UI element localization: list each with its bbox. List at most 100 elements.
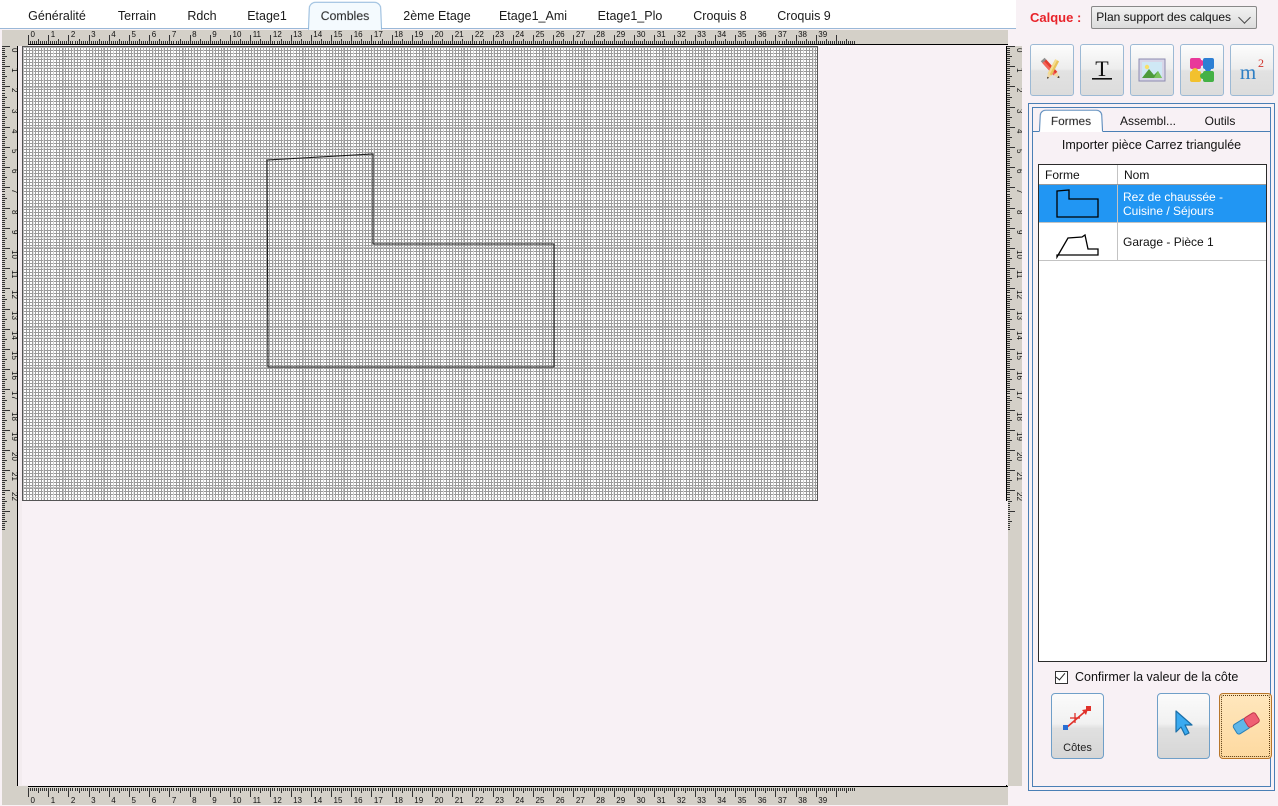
ruler-tick — [272, 788, 274, 791]
ruler-tick — [476, 788, 478, 791]
ruler-tick — [749, 788, 751, 791]
ruler-tick — [28, 788, 29, 797]
ruler-tick — [2, 201, 5, 203]
ruler-tick — [120, 788, 122, 791]
table-row[interactable]: Garage - Pièce 1 — [1039, 223, 1266, 261]
ruler-tick — [365, 788, 367, 791]
ruler-tick — [2, 197, 7, 199]
ruler-tick — [1007, 244, 1010, 245]
ruler-tick — [2, 466, 5, 468]
document-tab-4[interactable]: Combles — [308, 1, 382, 31]
confirm-cote-checkbox[interactable] — [1055, 669, 1068, 684]
column-header-nom: Nom — [1124, 167, 1150, 182]
ruler-tick — [1007, 262, 1010, 264]
eraser-button[interactable] — [1219, 693, 1272, 759]
ruler-tick — [173, 41, 175, 44]
ruler-label: 2 — [1015, 88, 1022, 93]
ruler-tick — [432, 35, 433, 44]
select-arrow-button[interactable] — [1157, 693, 1210, 759]
layer-dropdown[interactable]: Plan support des calques — [1091, 5, 1258, 29]
ruler-vertical-right[interactable]: 0 1 2 3 4 5 6 7 8 9 10 11 12 13 14 15 16 17 18 19 20 21 22 — [1006, 46, 1022, 786]
ruler-horizontal-bottom[interactable]: 0 1 2 3 4 5 6 7 8 9 10 11 12 13 14 15 16 17 18 19 20 21 22 23 24… — [28, 786, 1008, 805]
ruler-tick — [345, 788, 347, 791]
panel-tab-outils[interactable]: Outils — [1193, 109, 1247, 132]
area-m2-button[interactable]: m 2 — [1230, 44, 1274, 96]
document-tab-5[interactable]: 2ème Etage — [392, 2, 482, 29]
document-tab-7[interactable]: Etage1_Plo — [586, 2, 674, 29]
ruler-tick — [2, 175, 5, 177]
document-tab-label: Généralité — [28, 8, 86, 23]
ruler-tick — [2, 429, 10, 431]
ruler-tick — [1007, 397, 1010, 399]
drawing-canvas[interactable] — [22, 46, 818, 501]
ruler-tick — [50, 41, 52, 44]
document-tab-1[interactable]: Terrain — [104, 2, 170, 29]
ruler-tick — [417, 41, 419, 44]
panel-tab-assembl-[interactable]: Assembl... — [1111, 109, 1185, 132]
ruler-tick — [2, 132, 5, 134]
ruler-tick — [472, 35, 474, 44]
ruler-tick — [2, 215, 5, 217]
ruler-tick — [2, 124, 5, 126]
document-tab-3[interactable]: Etage1 — [236, 2, 298, 29]
ruler-tick — [282, 788, 284, 791]
document-tab-8[interactable]: Croquis 8 — [682, 2, 758, 29]
ruler-tick — [260, 39, 262, 44]
image-tool-button[interactable] — [1130, 44, 1174, 96]
ruler-label: 14 — [313, 30, 323, 39]
confirm-cote-row[interactable]: Confirmer la valeur de la côte — [1055, 669, 1238, 684]
ruler-vertical-left[interactable]: 0 1 2 3 4 5 6 7 8 9 10 11 12 13 14 15 16 17 18 19 20 21 22 — [2, 46, 18, 786]
ruler-label: 11 — [252, 796, 261, 805]
ruler-tick — [2, 100, 5, 102]
table-row[interactable]: Rez de chaussée - Cuisine / Séjours — [1039, 185, 1266, 223]
ruler-tick — [1007, 163, 1010, 165]
cotes-button[interactable]: Côtes — [1051, 693, 1104, 759]
ruler-label: 32 — [676, 30, 686, 39]
ruler-tick — [102, 788, 104, 791]
text-tool-button[interactable]: T — [1080, 44, 1124, 96]
ruler-tick — [2, 351, 5, 352]
ruler-tick — [98, 788, 100, 793]
ruler-tick — [1007, 462, 1010, 464]
ruler-tick — [593, 788, 595, 797]
document-tab-0[interactable]: Généralité — [14, 2, 100, 29]
ruler-tick — [2, 195, 5, 197]
document-tab-bar: Généralité Terrain Rdch Etage1 Combles 2ème E… — [0, 0, 1016, 31]
document-tab-9[interactable]: Croquis 9 — [766, 2, 842, 29]
ruler-tick — [2, 213, 5, 215]
floor-plan-polygon[interactable] — [266, 153, 555, 368]
document-tab-2[interactable]: Rdch — [174, 2, 230, 29]
ruler-tick — [2, 490, 10, 492]
ruler-tick — [169, 35, 171, 44]
ruler-horizontal-top[interactable]: 0 1 2 3 4 5 6 7 8 9 10 11 12 13 14 15 16 17 18 19 20 21 22 23 24… — [28, 30, 1008, 45]
ruler-tick — [248, 788, 250, 791]
ruler-label: 1 — [50, 796, 56, 805]
ruler-tick — [648, 788, 650, 791]
ruler-tick — [187, 41, 189, 44]
draw-pencil-button[interactable] — [1030, 44, 1074, 96]
ruler-tick — [771, 788, 773, 791]
ruler-tick — [2, 147, 10, 148]
document-tab-6[interactable]: Etage1_Ami — [486, 2, 580, 29]
ruler-tick — [193, 41, 195, 44]
ruler-tick — [716, 41, 718, 44]
ruler-tick — [2, 435, 5, 437]
ruler-tick — [304, 41, 306, 44]
ruler-tick — [203, 41, 205, 44]
ruler-tick — [526, 41, 528, 44]
ruler-tick — [1007, 270, 1010, 272]
ruler-tick — [1007, 229, 1010, 231]
ruler-tick — [2, 365, 5, 367]
puzzle-tool-button[interactable] — [1180, 44, 1224, 96]
shape-list-table[interactable]: Forme Nom Rez de chaussée - Cuisine / Sé… — [1038, 164, 1267, 662]
ruler-tick — [1007, 98, 1010, 100]
ruler-tick — [391, 788, 393, 797]
panel-tab-formes[interactable]: Formes — [1039, 109, 1103, 132]
ruler-label: 6 — [10, 169, 18, 174]
ruler-tick — [2, 472, 5, 474]
ruler-tick — [268, 41, 270, 44]
ruler-tick — [700, 788, 702, 791]
ruler-tick — [153, 41, 155, 44]
ruler-tick — [337, 788, 339, 791]
ruler-tick — [1007, 367, 1010, 369]
